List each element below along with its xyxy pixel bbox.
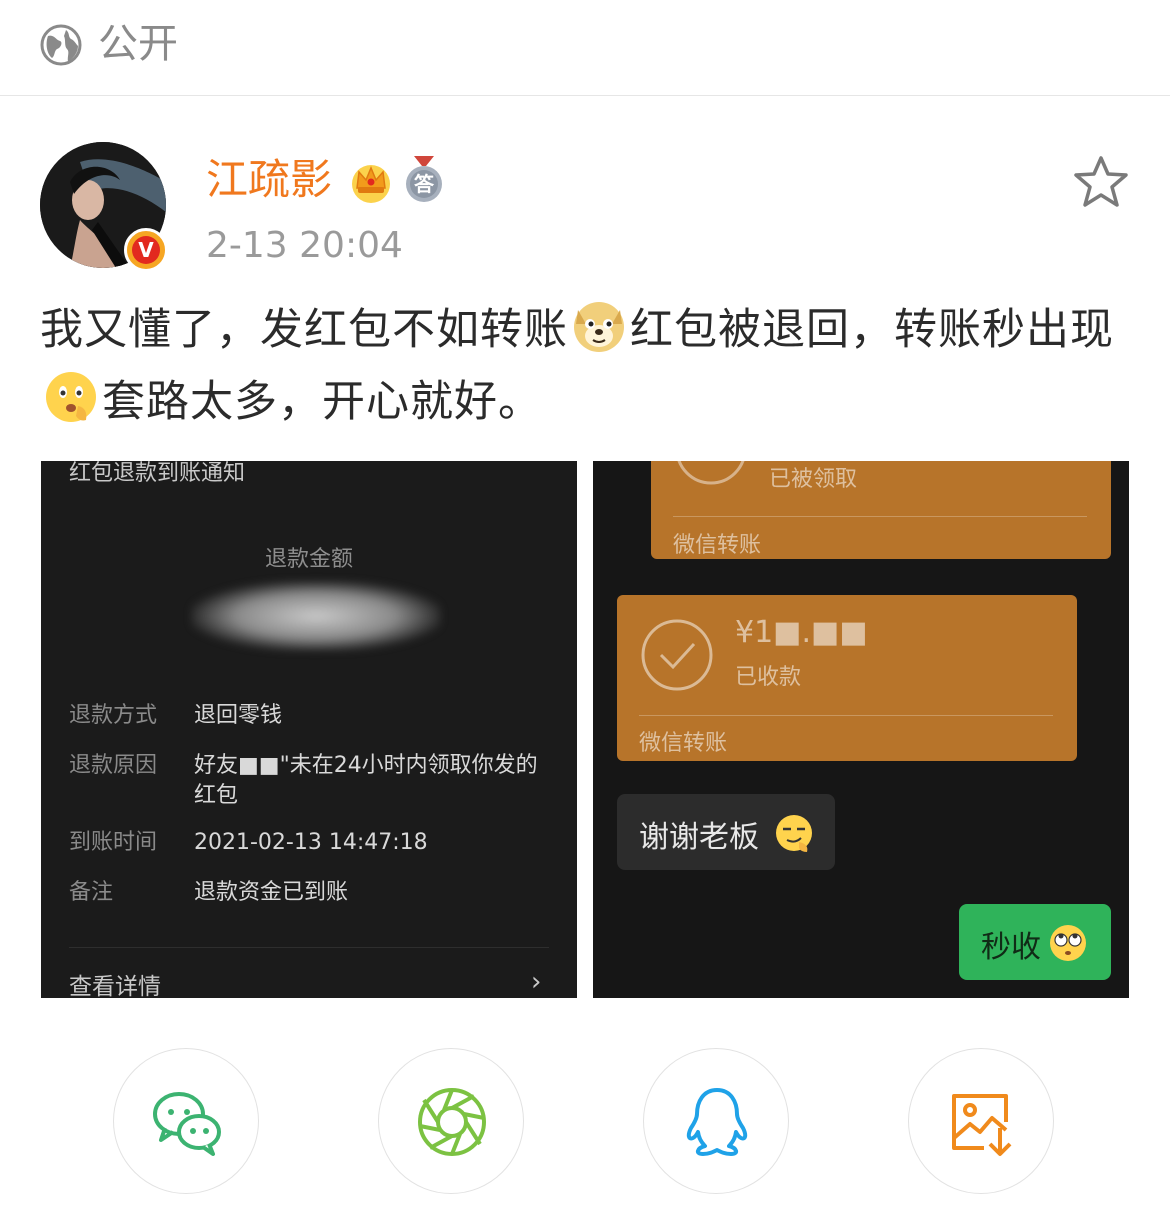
- crown-icon: [352, 165, 390, 203]
- post-text: 我又懂了，发红包不如转账 红包被退回，转账秒出现 套路太多，开心就好。: [40, 294, 1130, 438]
- blurred-amount: [191, 581, 441, 651]
- post-image-chat-transfer[interactable]: 已被领取 微信转账 ¥1■.■■ 已收款 微信转账 谢谢老板 秒收: [593, 461, 1129, 998]
- transfer-amount: ¥1■.■■: [735, 615, 868, 650]
- post-image-refund-notice[interactable]: 红包退款到账通知 退款金额 退款方式 退回零钱 退款原因 好友■■"未在24小时…: [41, 461, 577, 998]
- share-qq-button[interactable]: [643, 1048, 789, 1194]
- author-name[interactable]: 江疏影: [206, 152, 332, 208]
- check-circle-icon: [641, 619, 713, 691]
- qq-icon: [686, 1088, 748, 1156]
- chevron-right-icon: ›: [531, 967, 542, 997]
- view-details-link: 查看详情: [69, 974, 161, 998]
- share-moments-button[interactable]: [378, 1048, 524, 1194]
- save-image-button[interactable]: [908, 1048, 1054, 1194]
- globe-icon: [40, 24, 82, 66]
- save-image-icon: [952, 1094, 1012, 1156]
- smirk-emoji-icon: [776, 815, 812, 852]
- visibility-bar: 公开: [0, 0, 1170, 96]
- transfer-card-2: ¥1■.■■ 已收款 微信转账: [617, 595, 1077, 761]
- wechat-icon: [153, 1092, 221, 1156]
- refund-title: 红包退款到账通知: [69, 461, 246, 486]
- post-timestamp: 2-13 20:04: [206, 225, 403, 266]
- eyeroll-emoji-icon: [1050, 925, 1086, 961]
- received-circle-icon: [677, 461, 745, 485]
- share-wechat-button[interactable]: [113, 1048, 259, 1194]
- divider: [69, 947, 549, 948]
- favorite-star-icon[interactable]: [1072, 154, 1130, 210]
- chat-bubble-instant: 秒收: [959, 904, 1111, 980]
- refund-amount-label: 退款金额: [264, 547, 353, 572]
- verified-badge: V: [124, 228, 168, 272]
- medal-icon: 答: [402, 156, 446, 204]
- transfer-card-1: 已被领取 微信转账: [651, 461, 1111, 559]
- thinking-emoji-icon: [46, 372, 96, 422]
- chat-bubble-thanks: 谢谢老板: [617, 794, 835, 870]
- doge-emoji-icon: [574, 302, 624, 352]
- moments-icon: [418, 1088, 486, 1156]
- visibility-label[interactable]: 公开: [98, 18, 178, 70]
